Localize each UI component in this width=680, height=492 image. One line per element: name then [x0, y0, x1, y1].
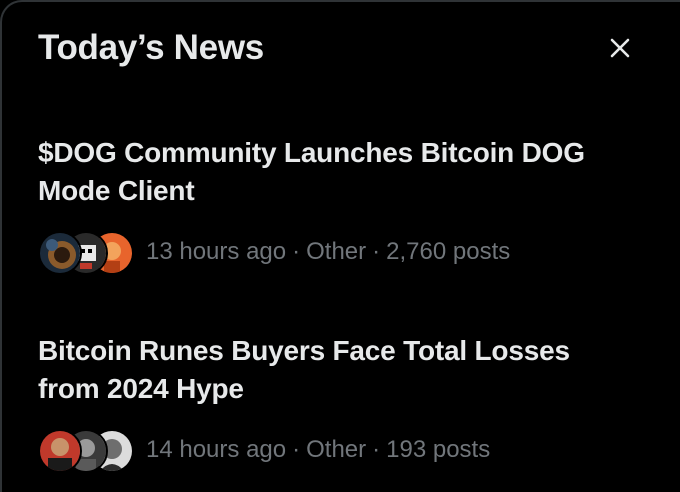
avatar-stack: [38, 230, 134, 275]
todays-news-panel: Today’s News $DOG Community Launches Bit…: [0, 0, 680, 492]
story-headline[interactable]: $DOG Community Launches Bitcoin DOG Mode…: [38, 134, 640, 210]
story-meta: 14 hours ago · Other · 193 posts: [146, 436, 490, 464]
story-headline-line: Bitcoin Runes Buyers Face Total Losses: [38, 335, 570, 366]
story-meta: 13 hours ago · Other · 2,760 posts: [146, 238, 510, 266]
story-meta-row: 13 hours ago · Other · 2,760 posts: [38, 230, 640, 275]
story-time: 13 hours ago: [146, 238, 287, 265]
story-meta-row: 14 hours ago · Other · 193 posts: [38, 428, 640, 473]
panel-title: Today’s News: [38, 28, 264, 67]
meta-separator: ·: [372, 238, 381, 265]
news-story[interactable]: $DOG Community Launches Bitcoin DOG Mode…: [38, 134, 640, 275]
close-icon[interactable]: [608, 36, 632, 60]
story-headline-line: from 2024 Hype: [38, 373, 244, 404]
meta-separator: ·: [372, 436, 381, 463]
story-headline[interactable]: Bitcoin Runes Buyers Face Total Losses f…: [38, 332, 640, 408]
avatar: [38, 429, 82, 473]
meta-separator: ·: [292, 238, 301, 265]
panel-header: Today’s News: [38, 24, 644, 72]
story-headline-line: Mode Client: [38, 175, 195, 206]
story-post-count: 193 posts: [386, 436, 491, 463]
story-category: Other: [306, 238, 367, 265]
story-post-count: 2,760 posts: [386, 238, 511, 265]
story-headline-line: $DOG Community Launches Bitcoin DOG: [38, 137, 585, 168]
news-story[interactable]: Bitcoin Runes Buyers Face Total Losses f…: [38, 332, 640, 473]
avatar-stack: [38, 428, 134, 473]
meta-separator: ·: [292, 436, 301, 463]
avatar: [38, 231, 82, 275]
story-time: 14 hours ago: [146, 436, 287, 463]
story-category: Other: [306, 436, 367, 463]
